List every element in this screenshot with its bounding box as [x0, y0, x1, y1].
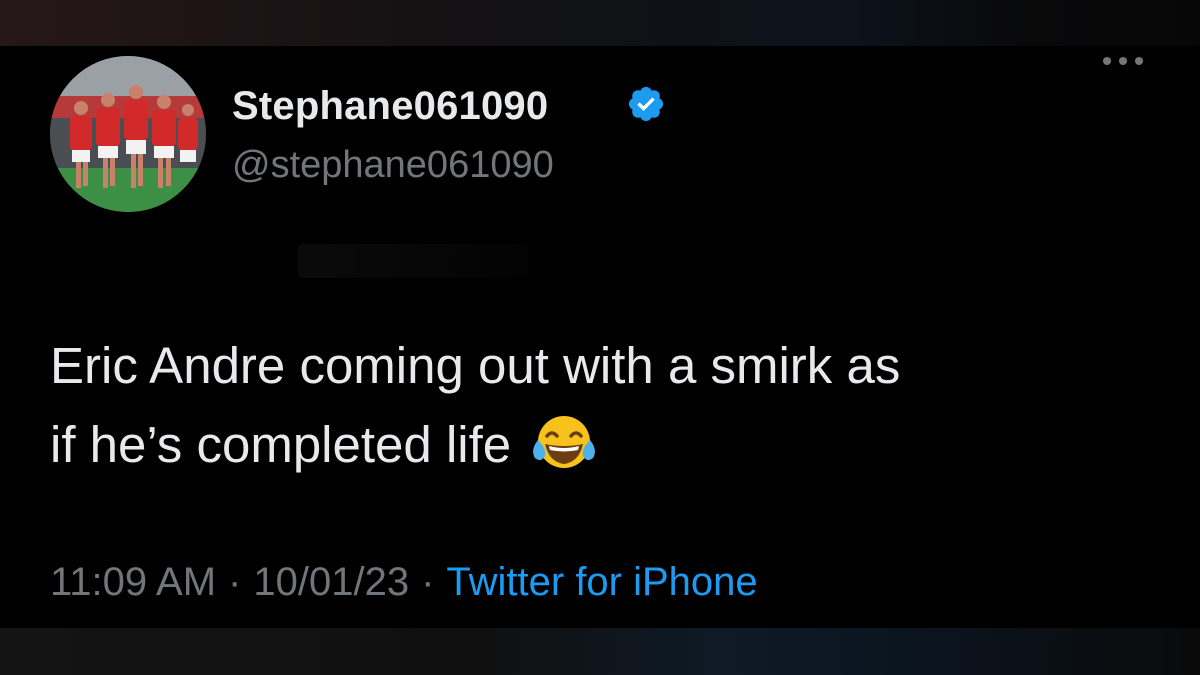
tweet-text-line-1: Eric Andre coming out with a smirk as	[50, 337, 901, 394]
meta-separator: ·	[228, 560, 242, 604]
tweet-meta: 11:09 AM · 10/01/23 · Twitter for iPhone	[50, 560, 758, 605]
faint-ghost-overlay	[298, 244, 528, 278]
author-display-name[interactable]: Stephane061090	[232, 84, 548, 129]
face-with-tears-of-joy-icon	[533, 416, 596, 468]
tweet-source-link[interactable]: Twitter for iPhone	[446, 560, 757, 604]
verified-badge-icon	[628, 86, 664, 122]
author-handle[interactable]: @stephane061090	[232, 144, 554, 187]
avatar[interactable]	[50, 56, 206, 212]
top-decorative-band	[0, 0, 1200, 46]
more-options-icon[interactable]	[1100, 54, 1146, 68]
tweet-text: Eric Andre coming out with a smirk as if…	[50, 326, 1160, 484]
tweet-date[interactable]: 10/01/23	[253, 560, 409, 604]
avatar-photo	[50, 56, 206, 212]
meta-separator: ·	[421, 560, 435, 604]
bottom-decorative-band	[0, 628, 1200, 675]
tweet-time[interactable]: 11:09 AM	[50, 560, 216, 604]
tweet-text-line-2: if he’s completed life	[50, 416, 512, 473]
